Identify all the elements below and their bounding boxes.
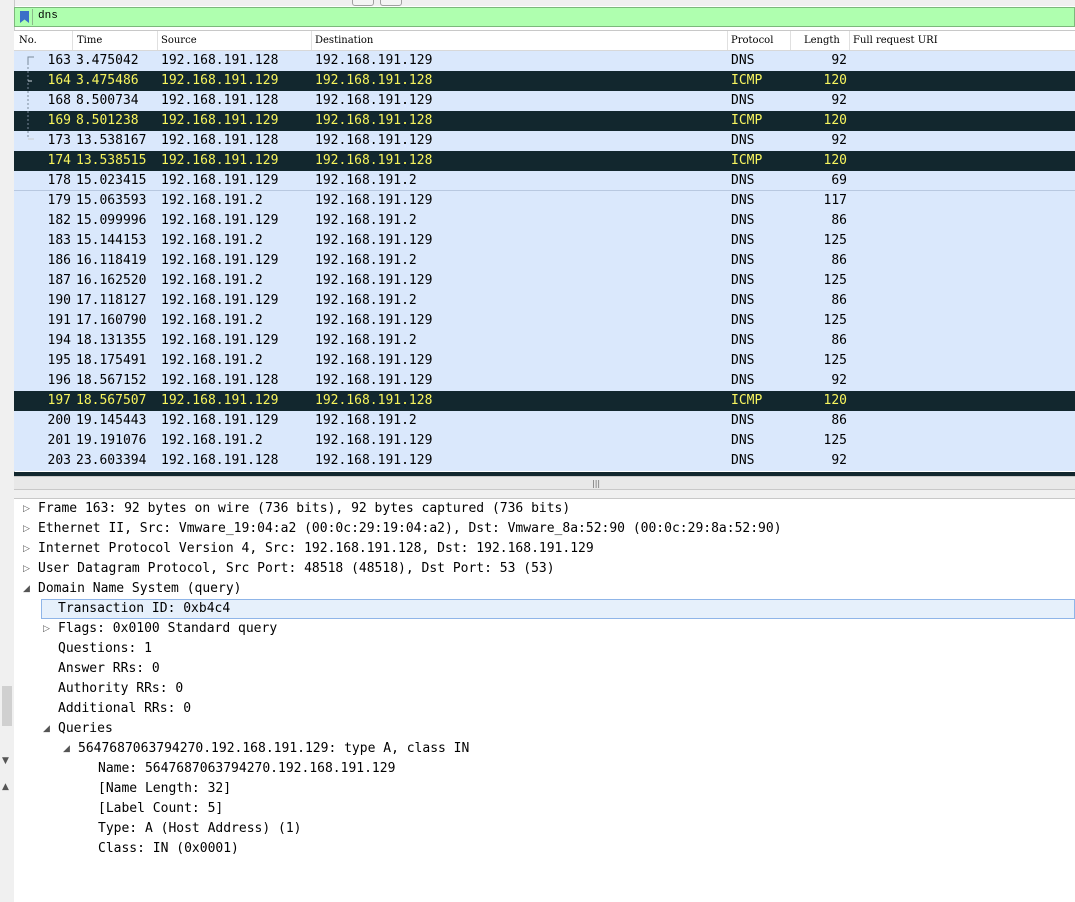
expand-icon[interactable]: ▷: [23, 559, 30, 579]
tree-item-type[interactable]: Type: A (Host Address) (1): [14, 819, 1075, 839]
table-row[interactable]: 190 17.118127 192.168.191.129 192.168.191.2…: [14, 291, 1075, 311]
tree-item-ethernet[interactable]: ▷ Ethernet II, Src: Vmware_19:04:a2 (00:…: [14, 519, 1075, 539]
column-header-no[interactable]: No.: [19, 35, 37, 46]
tree-item-udp[interactable]: ▷ User Datagram Protocol, Src Port: 4851…: [14, 559, 1075, 579]
tree-item-query[interactable]: ◢ 5647687063794270.192.168.191.129: type…: [14, 739, 1075, 759]
table-row[interactable]: 203 23.603394 192.168.191.128 192.168.191.1…: [14, 451, 1075, 471]
tree-item-answer-rrs[interactable]: Answer RRs: 0: [14, 659, 1075, 679]
packet-list-hscrollbar[interactable]: |||: [14, 476, 1075, 490]
table-row[interactable]: 179 15.063593 192.168.191.2 192.168.191.129…: [14, 191, 1075, 211]
collapse-icon[interactable]: ◢: [23, 579, 30, 599]
display-filter-bar[interactable]: dns: [14, 7, 1075, 27]
table-row[interactable]: 194 18.131355 192.168.191.129 192.168.191.2…: [14, 331, 1075, 351]
tree-item-transaction-id[interactable]: Transaction ID: 0xb4c4: [41, 599, 1075, 619]
table-row[interactable]: 164 3.475486 192.168.191.129 192.168.191.12…: [14, 71, 1075, 91]
column-header-uri[interactable]: Full request URI: [853, 35, 938, 46]
table-row[interactable]: 195 18.175491 192.168.191.2 192.168.191.129…: [14, 351, 1075, 371]
filter-input[interactable]: dns: [38, 10, 58, 22]
column-header-source[interactable]: Source: [161, 35, 197, 46]
left-scroll-thumb[interactable]: [2, 686, 12, 726]
toolbar-button[interactable]: [352, 0, 374, 6]
related-packet-bracket-icon: [27, 56, 34, 140]
column-header-protocol[interactable]: Protocol: [731, 35, 773, 46]
table-row[interactable]: 178 15.023415 192.168.191.129 192.168.191.2…: [14, 171, 1075, 191]
top-toolbar-edge: [0, 0, 1075, 6]
table-row[interactable]: 174 13.538515 192.168.191.129 192.168.191.1…: [14, 151, 1075, 171]
table-row[interactable]: 197 18.567507 192.168.191.129 192.168.191.1…: [14, 391, 1075, 411]
tree-item-name[interactable]: Name: 5647687063794270.192.168.191.129: [14, 759, 1075, 779]
tree-item-frame[interactable]: ▷ Frame 163: 92 bytes on wire (736 bits)…: [14, 499, 1075, 519]
expand-icon[interactable]: ▷: [23, 539, 30, 559]
tree-item-label-count[interactable]: [Label Count: 5]: [14, 799, 1075, 819]
expand-icon[interactable]: ▷: [23, 499, 30, 519]
toolbar-button[interactable]: [380, 0, 402, 6]
tree-item-additional-rrs[interactable]: Additional RRs: 0: [14, 699, 1075, 719]
table-row[interactable]: 169 8.501238 192.168.191.129 192.168.191.12…: [14, 111, 1075, 131]
table-row[interactable]: 200 19.145443 192.168.191.129 192.168.191.2…: [14, 411, 1075, 431]
table-row[interactable]: 173 13.538167 192.168.191.128 192.168.191.1…: [14, 131, 1075, 151]
tree-item-class[interactable]: Class: IN (0x0001): [14, 839, 1075, 859]
tree-item-queries[interactable]: ◢ Queries: [14, 719, 1075, 739]
left-panel-edge: ▼ ▲: [0, 0, 15, 902]
table-row[interactable]: 201 19.191076 192.168.191.2 192.168.191.129…: [14, 431, 1075, 451]
table-row[interactable]: 186 16.118419 192.168.191.129 192.168.191.2…: [14, 251, 1075, 271]
expand-icon[interactable]: ▷: [23, 519, 30, 539]
tree-item-questions[interactable]: Questions: 1: [14, 639, 1075, 659]
packet-rows: 163 3.475042 192.168.191.128 192.168.191.12…: [14, 51, 1075, 471]
chevron-down-icon[interactable]: ▼: [2, 756, 9, 766]
pane-splitter[interactable]: [14, 490, 1075, 499]
packet-list[interactable]: No. Time Source Destination Protocol Len…: [14, 30, 1075, 477]
table-row[interactable]: 187 16.162520 192.168.191.2 192.168.191.129…: [14, 271, 1075, 291]
tree-item-dns[interactable]: ◢ Domain Name System (query): [14, 579, 1075, 599]
tree-item-flags[interactable]: ▷ Flags: 0x0100 Standard query: [14, 619, 1075, 639]
table-row[interactable]: 191 17.160790 192.168.191.2 192.168.191.129…: [14, 311, 1075, 331]
table-row[interactable]: 182 15.099996 192.168.191.129 192.168.191.2…: [14, 211, 1075, 231]
packet-list-header: No. Time Source Destination Protocol Len…: [14, 31, 1075, 51]
table-row[interactable]: 168 8.500734 192.168.191.128 192.168.191.12…: [14, 91, 1075, 111]
tree-item-authority-rrs[interactable]: Authority RRs: 0: [14, 679, 1075, 699]
column-header-destination[interactable]: Destination: [315, 35, 373, 46]
column-header-length[interactable]: Length: [804, 35, 840, 46]
table-row[interactable]: 163 3.475042 192.168.191.128 192.168.191.12…: [14, 51, 1075, 71]
expand-icon[interactable]: ▷: [43, 619, 50, 639]
packet-details-tree[interactable]: ▷ Frame 163: 92 bytes on wire (736 bits)…: [14, 499, 1075, 902]
collapse-icon[interactable]: ◢: [43, 719, 50, 739]
collapse-icon[interactable]: ◢: [63, 739, 70, 759]
tree-item-ip[interactable]: ▷ Internet Protocol Version 4, Src: 192.…: [14, 539, 1075, 559]
tree-item-name-length[interactable]: [Name Length: 32]: [14, 779, 1075, 799]
column-header-time[interactable]: Time: [77, 35, 102, 46]
chevron-up-icon[interactable]: ▲: [2, 782, 9, 792]
table-row[interactable]: 196 18.567152 192.168.191.128 192.168.191.1…: [14, 371, 1075, 391]
scroll-grip-icon[interactable]: |||: [592, 479, 600, 488]
bookmark-icon[interactable]: [17, 9, 33, 25]
table-row[interactable]: 183 15.144153 192.168.191.2 192.168.191.129…: [14, 231, 1075, 251]
